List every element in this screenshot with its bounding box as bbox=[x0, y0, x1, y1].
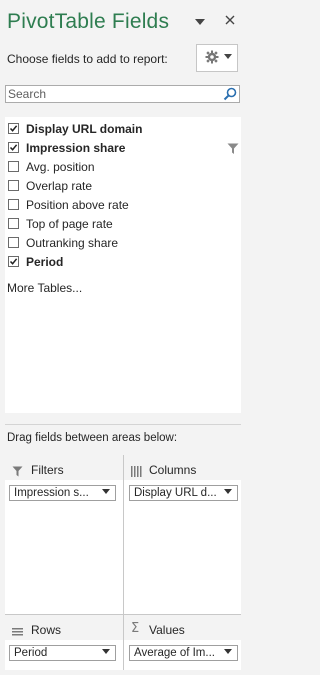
drag-instructions: Drag fields between areas below: bbox=[7, 432, 178, 444]
chevron-down-icon bbox=[224, 646, 232, 660]
rows-field-label: Period bbox=[14, 647, 48, 659]
filter-icon[interactable] bbox=[227, 142, 239, 154]
checkbox[interactable] bbox=[8, 161, 19, 172]
columns-icon bbox=[131, 464, 142, 482]
checkbox[interactable] bbox=[8, 237, 19, 248]
field-item[interactable]: Position above rate bbox=[5, 196, 241, 214]
field-item[interactable]: Avg. position bbox=[5, 158, 241, 176]
columns-title: Columns bbox=[149, 463, 197, 477]
field-label: Top of page rate bbox=[26, 217, 113, 231]
field-label: Period bbox=[26, 255, 64, 269]
field-label: Position above rate bbox=[26, 198, 129, 212]
field-list: Display URL domain Impression share Avg.… bbox=[5, 117, 241, 413]
checkbox[interactable] bbox=[8, 180, 19, 191]
values-title: Values bbox=[149, 623, 185, 637]
checkbox[interactable] bbox=[8, 256, 19, 267]
field-item[interactable]: Period bbox=[5, 253, 241, 271]
columns-field-label: Display URL d... bbox=[134, 487, 217, 499]
tools-button[interactable] bbox=[196, 44, 238, 72]
checkbox[interactable] bbox=[8, 199, 19, 210]
search-box bbox=[5, 85, 240, 103]
filters-field-label: Impression s... bbox=[14, 487, 89, 499]
area-divider-vertical bbox=[123, 455, 124, 670]
field-item[interactable]: Impression share bbox=[5, 139, 241, 157]
values-field-label: Average of Im... bbox=[134, 647, 215, 659]
pivottable-fields-pane: PivotTable Fields Choose fields to add t… bbox=[0, 0, 250, 675]
checkbox[interactable] bbox=[8, 123, 19, 134]
field-label: Avg. position bbox=[26, 160, 95, 174]
field-item[interactable]: Display URL domain bbox=[5, 120, 241, 138]
sigma-icon: Σ bbox=[131, 621, 140, 636]
more-tables-link[interactable]: More Tables... bbox=[7, 281, 82, 295]
chevron-down-icon bbox=[224, 52, 232, 61]
area-divider-horizontal bbox=[5, 614, 241, 615]
rows-icon bbox=[12, 625, 23, 643]
filters-title: Filters bbox=[31, 463, 64, 477]
task-pane-options-icon[interactable] bbox=[193, 14, 207, 28]
close-icon[interactable] bbox=[223, 14, 237, 28]
columns-field-button[interactable]: Display URL d... bbox=[129, 485, 238, 501]
values-field-button[interactable]: Average of Im... bbox=[129, 645, 238, 661]
filters-field-button[interactable]: Impression s... bbox=[9, 485, 116, 501]
rows-title: Rows bbox=[31, 623, 62, 637]
gear-icon bbox=[205, 50, 219, 68]
field-item[interactable]: Overlap rate bbox=[5, 177, 241, 195]
divider bbox=[5, 424, 241, 425]
rows-field-button[interactable]: Period bbox=[9, 645, 116, 661]
chevron-down-icon bbox=[102, 646, 110, 660]
field-label: Outranking share bbox=[26, 236, 119, 250]
field-label: Overlap rate bbox=[26, 179, 93, 193]
search-input[interactable] bbox=[7, 86, 218, 102]
pane-title: PivotTable Fields bbox=[7, 10, 170, 33]
field-label: Impression share bbox=[26, 141, 126, 155]
checkbox[interactable] bbox=[8, 218, 19, 229]
chevron-down-icon bbox=[102, 486, 110, 500]
checkbox[interactable] bbox=[8, 142, 19, 153]
filter-icon bbox=[12, 464, 23, 482]
search-icon[interactable] bbox=[223, 87, 237, 101]
field-item[interactable]: Top of page rate bbox=[5, 215, 241, 233]
field-label: Display URL domain bbox=[26, 122, 143, 136]
choose-fields-label: Choose fields to add to report: bbox=[7, 52, 168, 66]
chevron-down-icon bbox=[224, 486, 232, 500]
field-item[interactable]: Outranking share bbox=[5, 234, 241, 252]
